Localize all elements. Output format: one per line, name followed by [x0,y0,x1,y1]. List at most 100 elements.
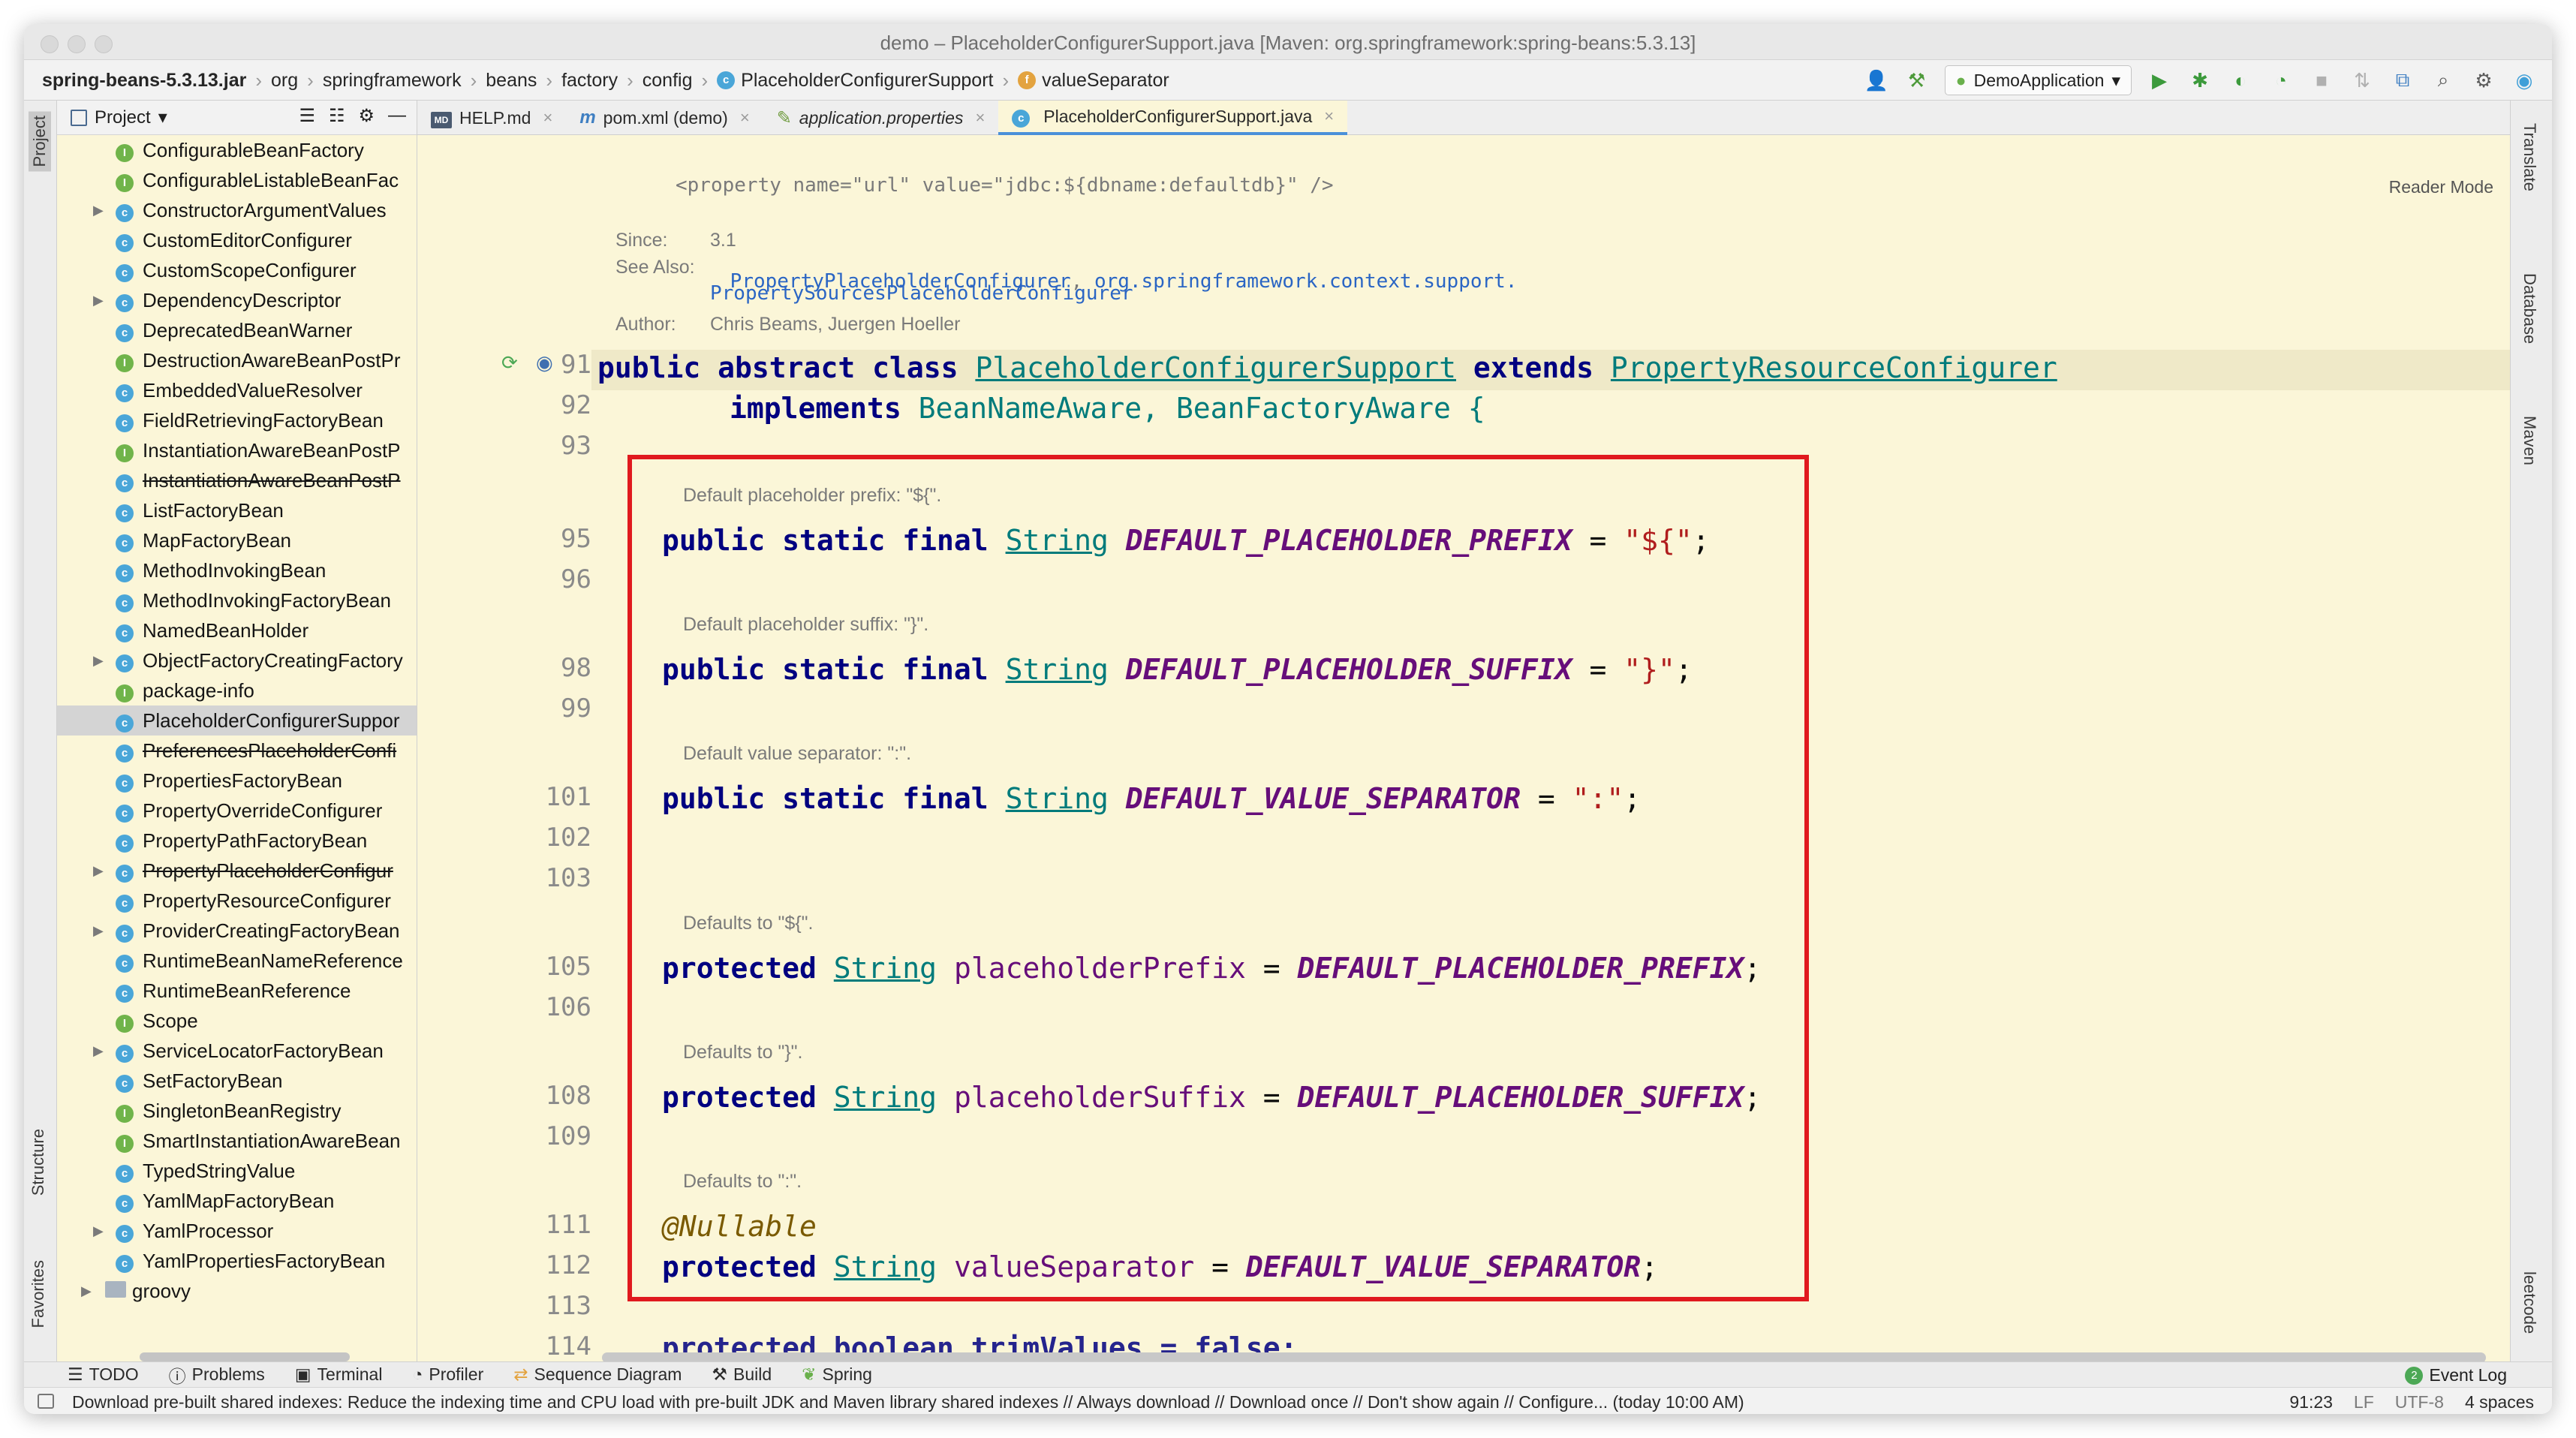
tool-sequence-diagram[interactable]: ⇄ Sequence Diagram [513,1364,682,1385]
expand-arrow-icon[interactable]: ▶ [93,1223,104,1239]
tree-item[interactable]: I ConfigurableBeanFactory [57,135,417,165]
stop-icon[interactable]: ■ [2309,68,2334,93]
tree-item[interactable]: ▶ c ProviderCreatingFactoryBean [57,916,417,946]
status-message[interactable]: Download pre-built shared indexes: Reduc… [72,1392,1744,1412]
editor-tab[interactable]: MD HELP.md × [417,101,566,135]
project-view-select[interactable]: Project ▾ [71,107,167,128]
tree-item[interactable]: c YamlMapFactoryBean [57,1186,417,1216]
tree-item[interactable]: I Scope [57,1006,417,1036]
tool-build[interactable]: ⚒ Build [712,1364,772,1385]
tree-item[interactable]: c MethodInvokingFactoryBean [57,585,417,615]
translate-icon[interactable]: ⧉ [2390,68,2415,93]
tool-tab-translate[interactable]: Translate [2520,123,2539,191]
tool-tab-leetcode[interactable]: leetcode [2520,1271,2539,1334]
run-configuration-select[interactable]: ● DemoApplication ▾ [1944,65,2132,95]
project-scrollbar-horizontal[interactable] [140,1352,350,1361]
class-name[interactable]: PlaceholderConfigurerSupport [975,351,1456,384]
overrides-gutter-icon[interactable]: ◉ [536,351,553,375]
toggle-tool-windows-icon[interactable] [38,1394,54,1409]
tree-item[interactable]: I ConfigurableListableBeanFac [57,165,417,195]
tool-tab-project[interactable]: Project [29,111,51,172]
tree-item[interactable]: c PlaceholderConfigurerSuppor [57,705,417,736]
editor-tab[interactable]: ✎ application.properties × [763,101,999,135]
close-tab-icon[interactable]: × [975,108,985,128]
expand-arrow-icon[interactable]: ▶ [93,863,104,879]
tree-item[interactable]: c CustomEditorConfigurer [57,225,417,255]
plugin-icon[interactable]: ◉ [2511,68,2537,93]
tree-item[interactable]: ▶ groovy [57,1276,417,1306]
tree-item[interactable]: c MethodInvokingBean [57,555,417,585]
indent-setting[interactable]: 4 spaces [2465,1392,2534,1412]
tool-profiler[interactable]: ◔ Profiler [412,1364,483,1385]
tool-spring[interactable]: ❦ Spring [802,1364,872,1385]
tree-item[interactable]: I InstantiationAwareBeanPostP [57,435,417,465]
tree-item[interactable]: c RuntimeBeanNameReference [57,946,417,976]
breadcrumb-factory[interactable]: factory [561,70,618,92]
tree-item[interactable]: c ListFactoryBean [57,495,417,525]
tree-item[interactable]: c PreferencesPlaceholderConfi [57,736,417,766]
doc-link-property-sources-placeholder-configurer[interactable]: PropertySourcesPlaceholderConfigurer [710,282,1133,305]
expand-arrow-icon[interactable]: ▶ [81,1283,92,1299]
superclass-name[interactable]: PropertyResourceConfigurer [1611,351,2057,384]
run-icon[interactable]: ▶ [2147,68,2172,93]
tree-item[interactable]: ▶ c YamlProcessor [57,1216,417,1246]
tree-item[interactable]: c DeprecatedBeanWarner [57,315,417,345]
tool-tab-structure[interactable]: Structure [29,1129,48,1196]
gear-icon[interactable]: ⚙ [358,105,375,127]
tree-item[interactable]: c PropertyPathFactoryBean [57,826,417,856]
tool-tab-maven[interactable]: Maven [2520,416,2539,465]
tree-item[interactable]: I DestructionAwareBeanPostPr [57,345,417,375]
tool-event-log[interactable]: 2 Event Log [2405,1365,2507,1385]
tree-item[interactable]: ▶ c ServiceLocatorFactoryBean [57,1036,417,1066]
tree-item[interactable]: c FieldRetrievingFactoryBean [57,405,417,435]
user-icon[interactable]: 👤 [1864,68,1889,93]
tree-item[interactable]: c RuntimeBeanReference [57,976,417,1006]
expand-arrow-icon[interactable]: ▶ [93,1043,104,1059]
doc-link-context-support[interactable]: org.springframework.context.support. [1094,270,1518,293]
tree-item[interactable]: c NamedBeanHolder [57,615,417,645]
expand-arrow-icon[interactable]: ▶ [93,203,104,218]
tool-todo[interactable]: ☰ TODO [68,1364,139,1385]
tree-item[interactable]: ▶ c ConstructorArgumentValues [57,195,417,225]
coverage-icon[interactable]: ◐ [2228,68,2253,93]
tree-item[interactable]: ▶ c PropertyPlaceholderConfigur [57,856,417,886]
profile-icon[interactable]: ◔ [2268,68,2294,93]
tool-tab-database[interactable]: Database [2520,273,2539,344]
breadcrumb-field[interactable]: f valueSeparator [1018,70,1169,92]
tree-item[interactable]: c YamlPropertiesFactoryBean [57,1246,417,1276]
tree-item[interactable]: c PropertyOverrideConfigurer [57,796,417,826]
breadcrumb-class[interactable]: c PlaceholderConfigurerSupport [717,70,993,92]
file-encoding[interactable]: UTF-8 [2395,1392,2444,1412]
tree-item[interactable]: I SmartInstantiationAwareBean [57,1126,417,1156]
tree-item[interactable]: I SingletonBeanRegistry [57,1096,417,1126]
close-tab-icon[interactable]: × [543,108,552,128]
breadcrumb-springframework[interactable]: springframework [323,70,462,92]
close-tab-icon[interactable]: × [740,108,750,128]
tool-terminal[interactable]: ▣ Terminal [295,1364,383,1385]
tool-problems[interactable]: ⓘ Problems [169,1362,265,1388]
expand-arrow-icon[interactable]: ▶ [93,293,104,308]
search-icon[interactable]: ⌕ [2430,68,2456,93]
hammer-icon[interactable]: ⚒ [1904,68,1930,93]
tree-item[interactable]: c PropertiesFactoryBean [57,766,417,796]
breadcrumb-org[interactable]: org [271,70,298,92]
tree-item[interactable]: c InstantiationAwareBeanPostP [57,465,417,495]
breadcrumb-beans[interactable]: beans [486,70,537,92]
debug-icon[interactable]: ✱ [2187,68,2213,93]
expand-all-icon[interactable]: ☰ [299,105,315,127]
reader-mode-toggle[interactable]: Reader Mode [2389,177,2493,197]
vcs-icon[interactable]: ⇅ [2349,68,2375,93]
close-tab-icon[interactable]: × [1324,107,1334,126]
collapse-all-icon[interactable]: ☷ [329,105,345,127]
expand-arrow-icon[interactable]: ▶ [93,653,104,669]
tree-item[interactable]: c SetFactoryBean [57,1066,417,1096]
breadcrumb-config[interactable]: config [642,70,693,92]
breadcrumb-jar[interactable]: spring-beans-5.3.13.jar [42,70,246,92]
tree-item[interactable]: Ipackage-info [57,675,417,705]
expand-arrow-icon[interactable]: ▶ [93,923,104,939]
tree-item[interactable]: ▶ c DependencyDescriptor [57,285,417,315]
editor-tab[interactable]: m pom.xml (demo) × [566,101,763,135]
tree-item[interactable]: c MapFactoryBean [57,525,417,555]
tree-item[interactable]: c CustomScopeConfigurer [57,255,417,285]
caret-position[interactable]: 91:23 [2289,1392,2333,1412]
